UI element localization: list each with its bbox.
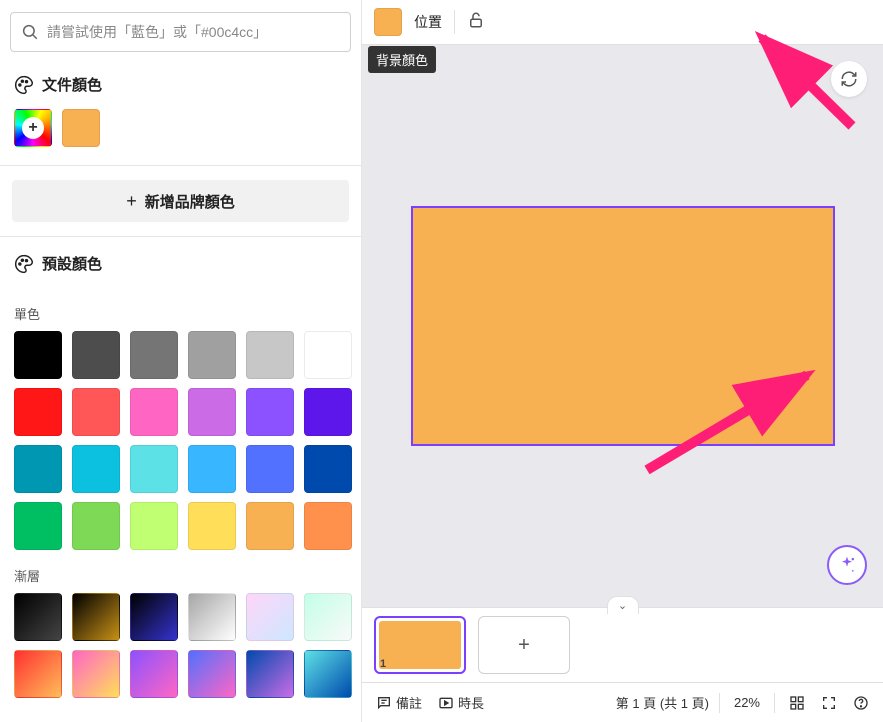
divider	[0, 236, 361, 237]
color-swatch[interactable]	[130, 502, 178, 550]
divider	[454, 10, 455, 34]
default-colors-title: 預設顏色	[42, 253, 102, 274]
color-swatch[interactable]	[188, 445, 236, 493]
page-number: 1	[380, 658, 386, 670]
page-counter: 第 1 頁 (共 1 頁)	[616, 693, 709, 712]
divider	[719, 693, 720, 713]
help-icon	[853, 695, 869, 711]
color-swatch[interactable]	[246, 502, 294, 550]
gradient-colors-grid	[0, 593, 361, 704]
duration-button[interactable]: 時長	[434, 689, 488, 716]
fullscreen-icon	[821, 695, 837, 711]
page-thumbnail[interactable]: 1	[374, 616, 466, 674]
background-color-button[interactable]	[374, 8, 402, 36]
fullscreen-button[interactable]	[817, 691, 841, 715]
canvas-page[interactable]	[411, 206, 835, 446]
gradient-swatch[interactable]	[188, 650, 236, 698]
bottombar: 備註 時長 第 1 頁 (共 1 頁) 22%	[362, 682, 883, 722]
lock-icon[interactable]	[467, 11, 485, 34]
notes-icon	[376, 695, 392, 711]
color-swatch[interactable]	[72, 331, 120, 379]
divider	[774, 693, 775, 713]
color-swatch[interactable]	[72, 502, 120, 550]
color-swatch[interactable]	[188, 388, 236, 436]
color-swatch[interactable]	[72, 388, 120, 436]
gradient-swatch[interactable]	[246, 593, 294, 641]
color-search-input[interactable]	[47, 24, 340, 40]
document-color-swatch[interactable]	[62, 109, 100, 147]
color-swatch[interactable]	[246, 331, 294, 379]
canvas-area[interactable]	[362, 45, 883, 607]
gradient-swatch[interactable]	[304, 593, 352, 641]
play-icon	[438, 695, 454, 711]
gradient-swatch[interactable]	[130, 593, 178, 641]
gradient-colors-label: 漸層	[0, 566, 361, 585]
gradient-swatch[interactable]	[304, 650, 352, 698]
workspace: 位置 背景顏色 ⌄ 1 + 備註 時長	[362, 0, 883, 722]
add-color-swatch[interactable]: +	[14, 109, 52, 147]
color-swatch[interactable]	[130, 388, 178, 436]
color-swatch[interactable]	[188, 502, 236, 550]
color-swatch[interactable]	[14, 445, 62, 493]
color-swatch[interactable]	[14, 388, 62, 436]
grid-icon	[789, 695, 805, 711]
search-icon	[21, 23, 39, 41]
color-swatch[interactable]	[72, 445, 120, 493]
gradient-swatch[interactable]	[246, 650, 294, 698]
gradient-swatch[interactable]	[188, 593, 236, 641]
color-swatch[interactable]	[14, 331, 62, 379]
color-swatch[interactable]	[304, 331, 352, 379]
page-strip: 1 +	[362, 607, 883, 682]
topbar: 位置 背景顏色	[362, 0, 883, 45]
gradient-swatch[interactable]	[14, 650, 62, 698]
default-palette-icon	[14, 254, 34, 274]
color-swatch[interactable]	[304, 502, 352, 550]
add-page-button[interactable]: +	[478, 616, 570, 674]
divider	[0, 165, 361, 166]
color-panel: 文件顏色 + + 新增品牌顏色 預設顏色 單色 漸層	[0, 0, 362, 722]
color-swatch[interactable]	[304, 445, 352, 493]
solid-colors-label: 單色	[0, 304, 361, 323]
gradient-swatch[interactable]	[14, 593, 62, 641]
palette-icon	[14, 75, 34, 95]
gradient-swatch[interactable]	[72, 593, 120, 641]
gradient-swatch[interactable]	[130, 650, 178, 698]
grid-view-button[interactable]	[785, 691, 809, 715]
color-swatch[interactable]	[246, 445, 294, 493]
color-swatch[interactable]	[130, 331, 178, 379]
zoom-level[interactable]: 22%	[730, 691, 764, 714]
refresh-button[interactable]	[831, 61, 867, 97]
magic-button[interactable]	[827, 545, 867, 585]
color-swatch[interactable]	[188, 331, 236, 379]
gradient-swatch[interactable]	[72, 650, 120, 698]
help-button[interactable]	[849, 691, 873, 715]
color-swatch[interactable]	[246, 388, 294, 436]
color-swatch[interactable]	[130, 445, 178, 493]
add-brand-color-button[interactable]: + 新增品牌顏色	[12, 180, 349, 222]
document-colors-title: 文件顏色	[42, 74, 102, 95]
notes-button[interactable]: 備註	[372, 689, 426, 716]
solid-colors-grid	[0, 331, 361, 556]
color-search-box[interactable]	[10, 12, 351, 52]
collapse-strip-button[interactable]: ⌄	[607, 596, 639, 614]
position-button[interactable]: 位置	[414, 12, 442, 32]
color-swatch[interactable]	[304, 388, 352, 436]
color-swatch[interactable]	[14, 502, 62, 550]
